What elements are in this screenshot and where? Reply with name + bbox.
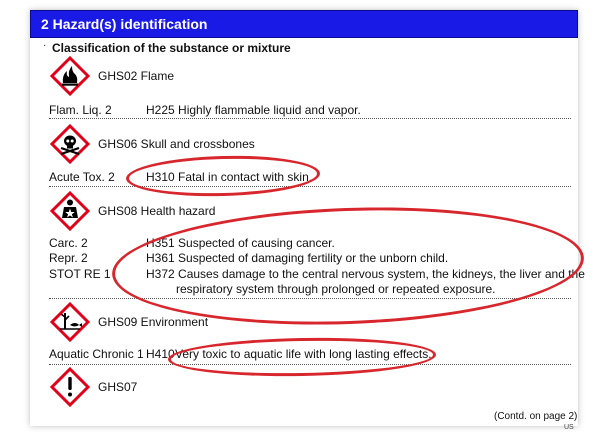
environment-icon (50, 302, 90, 342)
pictogram-label-ghs08: GHS08 Health hazard (98, 204, 216, 218)
pictogram-label-ghs07: GHS07 (98, 380, 138, 394)
flame-icon (50, 56, 90, 96)
skull-crossbones-icon (50, 124, 90, 164)
hazard-class-flam-liq: Flam. Liq. 2 (49, 103, 112, 117)
hazard-class-acute-tox: Acute Tox. 2 (49, 170, 115, 184)
separator-line (49, 186, 571, 187)
section-header: 2 Hazard(s) identification (30, 10, 578, 38)
hazard-class-carc: Carc. 2 (49, 236, 88, 250)
continued-note: (Contd. on page 2) (494, 411, 578, 422)
hazard-statement-h225: H225 Highly flammable liquid and vapor. (146, 103, 361, 117)
hazard-class-repr: Repr. 2 (49, 251, 88, 265)
health-hazard-icon (50, 191, 90, 231)
pictogram-label-ghs06: GHS06 Skull and crossbones (98, 137, 255, 151)
pictogram-label-ghs09: GHS09 Environment (98, 315, 209, 329)
classification-heading: Classification of the substance or mixtu… (52, 41, 291, 55)
separator-line (49, 118, 571, 119)
hazard-class-aquatic-chronic: Aquatic Chronic 1 (49, 347, 144, 361)
exclamation-mark-icon (50, 367, 90, 407)
hazard-class-stot-re: STOT RE 1 (49, 267, 111, 281)
pictogram-label-ghs02: GHS02 Flame (98, 69, 175, 83)
footer-tag: US (564, 424, 574, 431)
section-title: 2 Hazard(s) identification (41, 16, 208, 32)
bullet-dot: · (43, 40, 47, 51)
